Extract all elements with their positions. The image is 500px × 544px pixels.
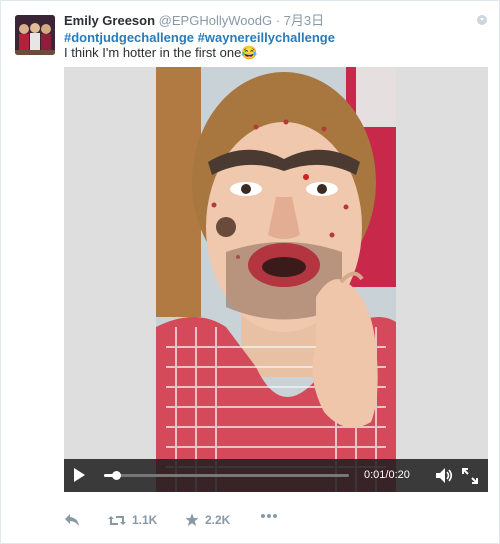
star-icon [185,513,199,526]
reply-icon [65,514,79,526]
user-fullname[interactable]: Emily Greeson [64,13,155,28]
reply-button[interactable] [64,513,80,527]
tweet-header: Emily Greeson @EPGHollyWoodG · 7月3日 [64,13,464,29]
play-icon[interactable] [74,468,85,482]
video-controls: 0:01/0:20 [64,459,488,492]
like-count: 2.2K [205,513,231,527]
time-total: 0:20 [388,469,410,481]
tweet-options-icon[interactable] [477,15,487,25]
more-icon [261,514,277,518]
avatar[interactable] [15,15,55,55]
progress-thumb[interactable] [112,471,122,480]
separator: · [275,13,281,28]
retweet-count: 1.1K [132,513,158,527]
hashtag-dontjudgechallenge[interactable]: #dontjudgechallenge [64,30,194,45]
progress-bar[interactable] [104,471,349,480]
tweet-actions: 1.1K 2.2K [64,513,484,533]
tweet-timestamp[interactable]: 7月3日 [284,13,324,28]
tweet-body: I think I'm hotter in the first one😂 [64,45,258,60]
video-timecode: 0:01/0:20 [364,469,410,481]
hashtag-waynereillychallenge[interactable]: #waynereillychallenge [198,30,335,45]
video-frame[interactable] [156,67,396,492]
tweet-text: #dontjudgechallenge #waynereillychalleng… [64,30,484,60]
video-player[interactable]: 0:01/0:20 [64,67,488,492]
tweet-card: Emily Greeson @EPGHollyWoodG · 7月3日 #don… [0,0,500,544]
user-handle[interactable]: @EPGHollyWoodG [159,13,272,28]
retweet-button[interactable]: 1.1K [108,513,157,527]
retweet-icon [108,515,126,525]
like-button[interactable]: 2.2K [185,513,230,527]
fullscreen-icon[interactable] [462,468,478,484]
time-current: 0:01 [364,469,386,481]
volume-icon[interactable] [436,468,454,483]
more-button[interactable] [260,513,278,519]
